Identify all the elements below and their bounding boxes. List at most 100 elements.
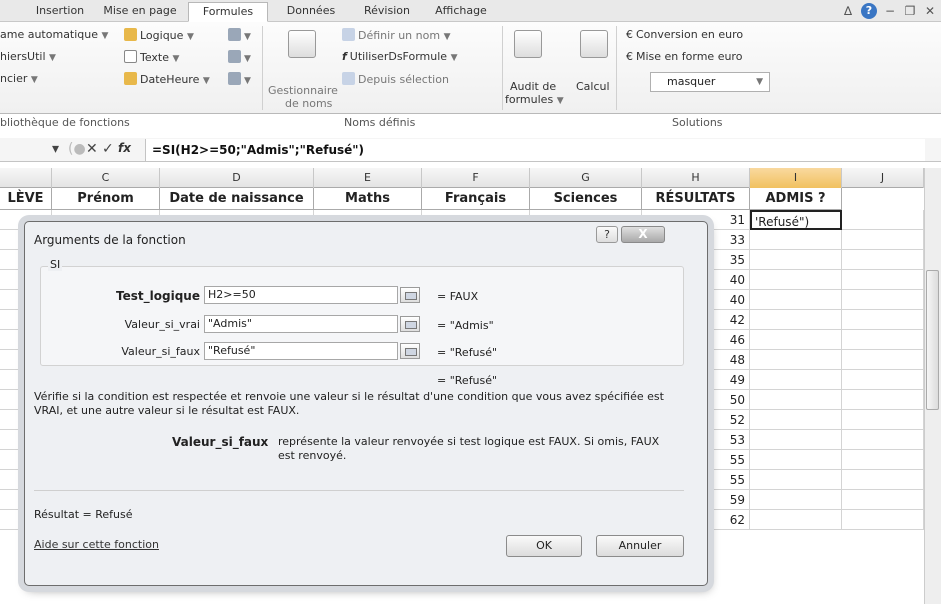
tab-affichage[interactable]: Affichage [428, 2, 494, 22]
cell[interactable] [750, 250, 842, 270]
cell[interactable] [842, 230, 924, 250]
help-icon[interactable]: ? [861, 3, 877, 19]
cell[interactable] [842, 410, 924, 430]
datetime-menu[interactable]: DateHeure ▼ [124, 72, 210, 86]
cell[interactable] [750, 510, 842, 530]
formula-input[interactable]: =SI(H2>=50;"Admis";"Refusé") [145, 139, 925, 161]
column-header-b[interactable] [0, 168, 52, 188]
window-controls: ∆ ? − ❐ ✕ [841, 3, 937, 19]
cell[interactable] [842, 210, 924, 230]
column-header-i[interactable]: I [750, 168, 842, 188]
column-header-h[interactable]: H [642, 168, 750, 188]
math-menu[interactable]: ▼ [228, 50, 251, 64]
recent-menu[interactable]: hiersUtil ▼ [0, 50, 56, 63]
column-header-g[interactable]: G [530, 168, 642, 188]
namebox-dropdown-icon[interactable]: ▾ [52, 141, 59, 157]
cell[interactable] [750, 290, 842, 310]
from-selection-button[interactable]: Depuis sélection [342, 72, 449, 86]
cell[interactable] [750, 310, 842, 330]
cell[interactable] [750, 390, 842, 410]
function-description: Vérifie si la condition est respectée et… [34, 390, 664, 417]
insert-function-icon[interactable]: fx [118, 141, 131, 155]
cell[interactable] [750, 370, 842, 390]
logical-menu[interactable]: Logique ▼ [124, 28, 194, 42]
use-in-formula-button[interactable]: f UtiliserDsFormule ▼ [342, 50, 457, 63]
define-name-button[interactable]: Définir un nom ▼ [342, 28, 451, 42]
header-date-naissance[interactable]: Date de naissance [160, 188, 314, 210]
column-header-d[interactable]: D [160, 168, 314, 188]
cell[interactable] [750, 450, 842, 470]
function-help-link[interactable]: Aide sur cette fonction [34, 538, 159, 551]
cell[interactable] [842, 390, 924, 410]
cell[interactable] [842, 270, 924, 290]
header-admis[interactable]: ADMIS ? [750, 188, 842, 210]
ok-button[interactable]: OK [506, 535, 582, 557]
arg-result-test-logique: = FAUX [437, 290, 479, 303]
cell[interactable] [750, 270, 842, 290]
column-header-c[interactable]: C [52, 168, 160, 188]
cell[interactable] [750, 230, 842, 250]
cell[interactable] [842, 490, 924, 510]
cell[interactable] [842, 370, 924, 390]
header-maths[interactable]: Maths [314, 188, 422, 210]
tab-insertion[interactable]: Insertion [28, 2, 92, 22]
cell[interactable] [842, 470, 924, 490]
cell[interactable] [750, 430, 842, 450]
formula-auditing-label-2[interactable]: formules ▼ [505, 93, 564, 106]
cell[interactable] [842, 310, 924, 330]
cell[interactable] [842, 350, 924, 370]
dialog-help-button[interactable]: ? [596, 226, 618, 243]
close-icon[interactable]: ✕ [923, 4, 937, 18]
restore-icon[interactable]: ❐ [903, 4, 917, 18]
tab-formules[interactable]: Formules [188, 2, 268, 22]
arg-input-test-logique[interactable]: H2>=50 [204, 286, 398, 304]
calculation-button[interactable]: Calcul [576, 80, 610, 93]
more-functions-menu[interactable]: ▼ [228, 72, 251, 86]
tab-mise-en-page[interactable]: Mise en page [100, 2, 180, 22]
column-header-f[interactable]: F [422, 168, 530, 188]
range-picker-icon[interactable] [400, 316, 420, 332]
header-resultats[interactable]: RÉSULTATS [642, 188, 750, 210]
tab-donnees[interactable]: Données [276, 2, 346, 22]
admis-cell-editing[interactable]: 'Refusé") [750, 210, 842, 230]
tab-revision[interactable]: Révision [352, 2, 422, 22]
cancel-button[interactable]: Annuler [596, 535, 684, 557]
arg-input-valeur-si-faux[interactable]: "Refusé" [204, 342, 398, 360]
ribbon-minimize-icon[interactable]: ∆ [841, 4, 855, 18]
cell[interactable] [842, 510, 924, 530]
cell[interactable] [842, 430, 924, 450]
conversion-euro-button[interactable]: € Conversion en euro [626, 28, 743, 41]
cancel-entry-icon[interactable]: ✕ [86, 141, 98, 157]
cell[interactable] [842, 330, 924, 350]
column-header-e[interactable]: E [314, 168, 422, 188]
scrollbar-thumb[interactable] [926, 270, 939, 410]
range-picker-icon[interactable] [400, 343, 420, 359]
lookup-menu[interactable]: ▼ [228, 28, 251, 42]
arg-input-valeur-si-vrai[interactable]: "Admis" [204, 315, 398, 333]
name-manager-label-2[interactable]: de noms [285, 97, 332, 110]
column-header-j[interactable]: J [842, 168, 924, 188]
autosum-menu[interactable]: ame automatique ▼ [0, 28, 108, 41]
cell[interactable] [750, 470, 842, 490]
masquer-dropdown[interactable]: masquer ▼ [650, 72, 770, 92]
formula-auditing-label-1[interactable]: Audit de [510, 80, 556, 93]
confirm-entry-icon[interactable]: ✓ [102, 141, 114, 157]
cell[interactable] [842, 290, 924, 310]
range-picker-icon[interactable] [400, 287, 420, 303]
cell[interactable] [750, 350, 842, 370]
cell[interactable] [750, 330, 842, 350]
dialog-close-button[interactable]: X [621, 226, 665, 243]
format-euro-button[interactable]: € Mise en forme euro [626, 50, 742, 63]
minimize-icon[interactable]: − [883, 4, 897, 18]
header-sciences[interactable]: Sciences [530, 188, 642, 210]
text-menu[interactable]: Texte ▼ [124, 50, 179, 64]
header-prenom[interactable]: Prénom [52, 188, 160, 210]
cell[interactable] [750, 410, 842, 430]
header-eleve[interactable]: LÈVE [0, 188, 52, 210]
header-francais[interactable]: Français [422, 188, 530, 210]
cell[interactable] [842, 450, 924, 470]
name-manager-label-1[interactable]: Gestionnaire [268, 84, 338, 97]
financial-menu[interactable]: ncier ▼ [0, 72, 38, 85]
cell[interactable] [842, 250, 924, 270]
cell[interactable] [750, 490, 842, 510]
